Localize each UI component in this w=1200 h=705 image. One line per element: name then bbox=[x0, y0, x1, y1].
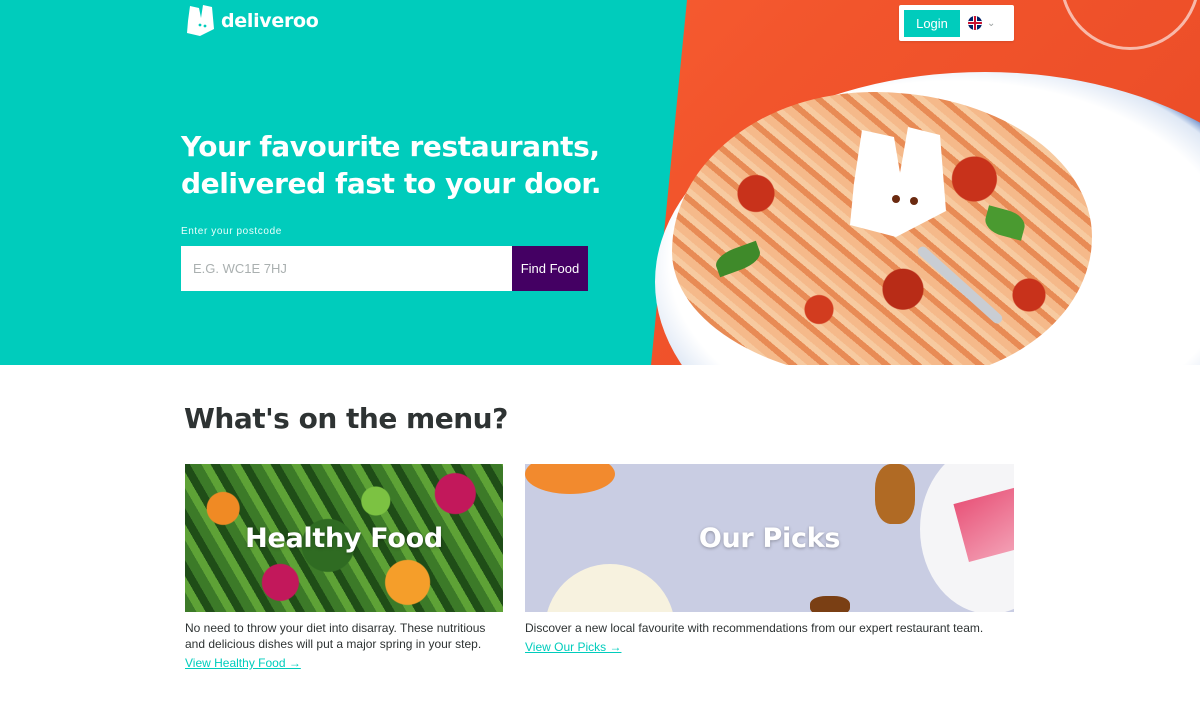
card-our-picks: Our Picks Discover a new local favourite… bbox=[525, 464, 1014, 656]
headline-line-2: delivered fast to your door. bbox=[181, 167, 602, 200]
find-food-button[interactable]: Find Food bbox=[512, 246, 588, 291]
card-image-label: Our Picks bbox=[698, 522, 841, 554]
language-selector[interactable]: ⌄ bbox=[968, 16, 995, 30]
chevron-down-icon: ⌄ bbox=[987, 17, 996, 29]
brand-logo[interactable]: deliveroo bbox=[185, 5, 319, 37]
login-button[interactable]: Login bbox=[904, 9, 960, 37]
card-healthy-food: Healthy Food No need to throw your diet … bbox=[185, 464, 503, 672]
hero-headline: Your favourite restaurants, delivered fa… bbox=[181, 128, 621, 202]
card-image-label: Healthy Food bbox=[245, 522, 443, 554]
card-description: No need to throw your diet into disarray… bbox=[185, 621, 486, 651]
healthy-food-image[interactable]: Healthy Food bbox=[185, 464, 503, 612]
hero-banner: deliveroo Login ⌄ Your favourite restaur… bbox=[0, 0, 1200, 365]
card-description: Discover a new local favourite with reco… bbox=[525, 621, 984, 635]
kangaroo-logo-icon bbox=[850, 127, 946, 237]
headline-line-1: Your favourite restaurants, bbox=[181, 130, 600, 163]
header-actions: Login ⌄ bbox=[899, 5, 1014, 41]
our-picks-image[interactable]: Our Picks bbox=[525, 464, 1014, 612]
uk-flag-icon bbox=[968, 16, 982, 30]
kangaroo-logo-icon bbox=[187, 5, 214, 36]
postcode-label: Enter your postcode bbox=[181, 226, 282, 237]
section-title: What's on the menu? bbox=[184, 402, 508, 435]
brand-name: deliveroo bbox=[221, 10, 319, 32]
postcode-input[interactable] bbox=[181, 246, 512, 291]
view-our-picks-link[interactable]: View Our Picks → bbox=[525, 640, 621, 654]
view-healthy-food-link[interactable]: View Healthy Food → bbox=[185, 656, 301, 670]
